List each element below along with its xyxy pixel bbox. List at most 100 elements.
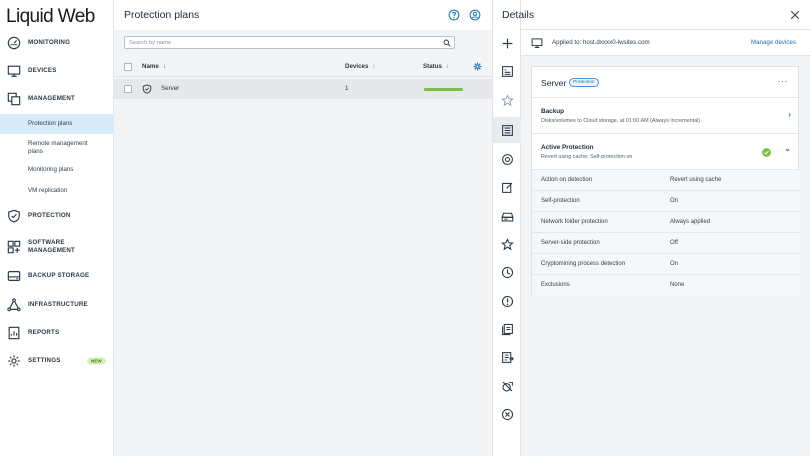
column-header-name[interactable]: Name ↓ xyxy=(142,63,166,70)
rail-details-button[interactable] xyxy=(493,117,521,143)
column-settings-gear-icon[interactable] xyxy=(473,62,482,71)
export-icon xyxy=(501,351,514,363)
property-value: On xyxy=(670,261,679,267)
action-rail xyxy=(492,0,521,456)
table-row[interactable]: Server 1 xyxy=(114,79,492,99)
sidebar-item-software-management[interactable]: SOFTWARE MANAGEMENT xyxy=(0,235,114,259)
sidebar-item-label-line1: SOFTWARE xyxy=(28,239,65,246)
row-devices: 1 xyxy=(345,85,349,92)
property-row: Network folder protection Always applied xyxy=(532,211,800,232)
rail-edit-button[interactable] xyxy=(493,174,521,200)
sidebar-item-label: MONITORING xyxy=(28,39,71,46)
close-icon[interactable] xyxy=(790,10,800,20)
rail-favorite-button[interactable] xyxy=(493,87,521,113)
rail-drive-button[interactable] xyxy=(493,203,521,229)
rail-star-button[interactable] xyxy=(493,231,521,257)
add-button[interactable] xyxy=(493,30,521,56)
sort-icon: ↕ xyxy=(445,63,449,70)
backup-section[interactable]: Backup Disks/volumes to Cloud storage, a… xyxy=(532,97,800,133)
active-protection-title: Active Protection xyxy=(541,144,594,151)
rail-plan-button[interactable] xyxy=(493,58,521,84)
disabled-icon xyxy=(502,381,513,391)
select-all-checkbox[interactable] xyxy=(124,63,132,71)
sidebar-item-backup-storage[interactable]: BACKUP STORAGE xyxy=(0,265,114,287)
property-row: Cryptomining process detection On xyxy=(532,253,800,274)
rail-target-button[interactable] xyxy=(493,146,521,172)
sidebar-item-management[interactable]: MANAGEMENT xyxy=(0,88,114,110)
monitor-icon xyxy=(7,65,21,77)
sidebar-item-label-line2: MANAGEMENT xyxy=(28,247,76,254)
copy-icon xyxy=(501,323,513,335)
rail-schedule-button[interactable] xyxy=(493,259,521,285)
layers-icon xyxy=(7,92,21,106)
sidebar-subitem-vm-replication[interactable]: VM replication xyxy=(0,183,114,199)
sidebar-subitem-remote-management-plans[interactable]: Remote management plans xyxy=(0,137,114,159)
star-outline-icon xyxy=(500,93,514,106)
property-key: Server-side protection xyxy=(541,240,600,246)
details-header: Details xyxy=(502,0,810,30)
active-protection-section[interactable]: Active Protection Revert using cache; Se… xyxy=(532,133,800,169)
network-icon xyxy=(7,298,21,312)
applied-to-text: Applied to: host.dxxxx0-lwsites.com xyxy=(552,39,650,46)
property-value: Revert using cache xyxy=(670,177,722,183)
manage-devices-link[interactable]: Manage devices xyxy=(751,39,796,46)
sidebar-item-settings[interactable]: SETTINGS NEW xyxy=(0,350,114,372)
sidebar-item-label: PROTECTION xyxy=(28,212,71,219)
sidebar-item-monitoring[interactable]: MONITORING xyxy=(0,32,114,54)
table-header: Name ↓ Devices ↕ Status ↕ xyxy=(114,57,492,77)
property-row: Self-protection On xyxy=(532,190,800,211)
status-ok-icon xyxy=(762,148,771,157)
plan-card-icon xyxy=(501,65,513,77)
status-bar xyxy=(424,88,463,91)
rail-alert-button[interactable] xyxy=(493,288,521,314)
new-badge: NEW xyxy=(87,357,106,365)
search-icon[interactable] xyxy=(443,39,451,47)
help-icon[interactable] xyxy=(448,9,460,21)
property-key: Action on detection xyxy=(541,177,593,183)
row-name: Server xyxy=(161,85,180,92)
sidebar-item-infrastructure[interactable]: INFRASTRUCTURE xyxy=(0,294,114,316)
applied-to-bar: Applied to: host.dxxxx0-lwsites.com Mana… xyxy=(521,30,810,56)
details-title: Details xyxy=(502,9,535,21)
rail-copy-button[interactable] xyxy=(493,316,521,342)
plan-name: Server xyxy=(541,78,567,88)
sidebar-item-label: DEVICES xyxy=(28,67,57,74)
column-header-status[interactable]: Status ↕ xyxy=(423,63,449,70)
chevron-down-icon[interactable]: ⌄ xyxy=(784,144,791,153)
property-key: Cryptomining process detection xyxy=(541,261,626,267)
more-options-button[interactable]: ··· xyxy=(778,76,789,86)
sidebar-item-label: SOFTWARE MANAGEMENT xyxy=(28,239,75,255)
sort-icon: ↕ xyxy=(372,63,376,70)
property-value: Always applied xyxy=(670,219,711,225)
sidebar-item-label: MANAGEMENT xyxy=(28,95,76,102)
sidebar-item-label: BACKUP STORAGE xyxy=(28,272,90,279)
edit-icon xyxy=(501,182,512,193)
brand-logo[interactable]: Liquid Web xyxy=(6,6,95,28)
sidebar-subitem-label: Protection plans xyxy=(28,120,73,127)
sidebar-item-protection[interactable]: PROTECTION xyxy=(0,205,114,227)
search-input[interactable] xyxy=(125,37,435,48)
sidebar-item-devices[interactable]: DEVICES xyxy=(0,60,114,82)
shield-icon xyxy=(142,84,152,94)
property-value: Off xyxy=(670,240,678,246)
target-icon xyxy=(501,153,513,165)
page-title: Protection plans xyxy=(124,9,200,21)
rail-export-button[interactable] xyxy=(493,344,521,370)
backup-subtitle: Disks/volumes to Cloud storage, at 01:00… xyxy=(541,118,701,124)
account-icon[interactable] xyxy=(469,9,481,21)
rail-delete-button[interactable] xyxy=(493,401,521,427)
sidebar-item-reports[interactable]: REPORTS xyxy=(0,322,114,344)
column-header-devices[interactable]: Devices ↕ xyxy=(345,63,375,70)
sidebar-subitem-label-line2: plans xyxy=(28,148,43,155)
row-checkbox[interactable] xyxy=(124,85,132,93)
shield-icon xyxy=(8,209,20,223)
sidebar-subitem-label: VM replication xyxy=(28,187,68,194)
panel-header: Protection plans xyxy=(114,0,492,30)
property-row: Server-side protection Off xyxy=(532,232,800,253)
rail-disable-button[interactable] xyxy=(493,373,521,399)
sidebar-subitem-monitoring-plans[interactable]: Monitoring plans xyxy=(0,162,114,178)
sidebar-subitem-protection-plans[interactable]: Protection plans xyxy=(0,114,114,134)
protection-plans-panel: Protection plans Name ↓ Devices ↕ Status… xyxy=(114,0,492,456)
details-panel: Details Applied to: host.dxxxx0-lwsites.… xyxy=(502,0,810,456)
report-icon xyxy=(8,326,20,340)
